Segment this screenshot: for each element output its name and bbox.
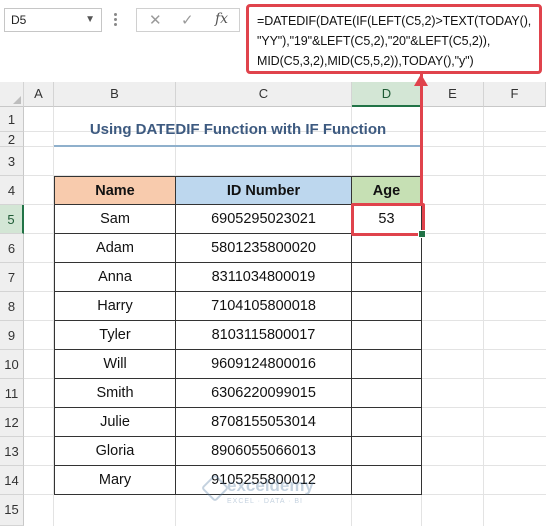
active-cell-highlight	[351, 203, 425, 236]
header-age[interactable]: Age	[352, 176, 422, 205]
arrow-up-icon	[414, 74, 428, 86]
cell-name[interactable]: Sam	[54, 205, 176, 234]
cell-age[interactable]	[352, 292, 422, 321]
watermark-tagline: EXCEL · DATA · BI	[227, 498, 303, 505]
cell-name[interactable]: Smith	[54, 379, 176, 408]
formula-buttons: ✕ ✓ fx	[136, 8, 240, 32]
row-header-2[interactable]: 2	[0, 132, 24, 147]
column-header-d[interactable]: D	[352, 82, 422, 107]
watermark-name: exceldemy	[227, 476, 314, 495]
row-header-13[interactable]: 13	[0, 437, 24, 466]
formula-bar: D5 ▼ ✕ ✓ fx =DATEDIF(DATE(IF(LEFT(C5,2)>…	[0, 0, 546, 80]
cell-age[interactable]	[352, 263, 422, 292]
cell-age[interactable]	[352, 321, 422, 350]
cell-id-number[interactable]: 8708155053014	[176, 408, 352, 437]
cell-age[interactable]	[352, 379, 422, 408]
formula-input[interactable]: =DATEDIF(DATE(IF(LEFT(C5,2)>TEXT(TODAY()…	[246, 4, 542, 74]
drag-handle-icon[interactable]	[114, 12, 118, 28]
annotation-arrow	[420, 74, 423, 205]
row-header-12[interactable]: 12	[0, 408, 24, 437]
sheet-title: Using DATEDIF Function with IF Function	[89, 121, 387, 138]
row-header-7[interactable]: 7	[0, 263, 24, 292]
row-header-11[interactable]: 11	[0, 379, 24, 408]
watermark: exceldemy EXCEL · DATA · BI	[200, 473, 355, 514]
cell-name[interactable]: Mary	[54, 466, 176, 495]
cell-age[interactable]	[352, 466, 422, 495]
exceldemy-logo-icon	[200, 473, 230, 503]
cell-age[interactable]	[352, 437, 422, 466]
cell-name[interactable]: Adam	[54, 234, 176, 263]
column-header-f[interactable]: F	[484, 82, 546, 107]
cell-id-number[interactable]: 6306220099015	[176, 379, 352, 408]
cell-name[interactable]: Tyler	[54, 321, 176, 350]
name-box[interactable]: D5 ▼	[4, 8, 102, 32]
column-header-b[interactable]: B	[54, 82, 176, 107]
row-header-1[interactable]: 1	[0, 107, 24, 132]
cell-id-number[interactable]: 5801235800020	[176, 234, 352, 263]
row-header-14[interactable]: 14	[0, 466, 24, 495]
column-header-c[interactable]: C	[176, 82, 352, 107]
gridline	[483, 107, 484, 526]
cell-id-number[interactable]: 7104105800018	[176, 292, 352, 321]
cell-name[interactable]: Julie	[54, 408, 176, 437]
formula-line-1: =DATEDIF(DATE(IF(LEFT(C5,2)>TEXT(TODAY()…	[257, 14, 532, 28]
header-id-number[interactable]: ID Number	[176, 176, 352, 205]
close-icon[interactable]: ✕	[149, 11, 162, 29]
formula-line-3: MID(C5,3,2),MID(C5,5,2)),TODAY(),"y")	[257, 54, 474, 68]
row-header-8[interactable]: 8	[0, 292, 24, 321]
function-icon[interactable]: fx	[215, 11, 228, 27]
check-icon[interactable]: ✓	[181, 11, 194, 29]
cell-name[interactable]: Gloria	[54, 437, 176, 466]
cell-id-number[interactable]: 8906055066013	[176, 437, 352, 466]
row-header-5[interactable]: 5	[0, 205, 24, 234]
cell-id-number[interactable]: 8103115800017	[176, 321, 352, 350]
row-header-6[interactable]: 6	[0, 234, 24, 263]
cell-id-number[interactable]: 8311034800019	[176, 263, 352, 292]
cell-name[interactable]: Harry	[54, 292, 176, 321]
row-header-4[interactable]: 4	[0, 176, 24, 205]
column-header-a[interactable]: A	[24, 82, 54, 107]
cell-age[interactable]	[352, 234, 422, 263]
cell-id-number[interactable]: 9609124800016	[176, 350, 352, 379]
row-header-3[interactable]: 3	[0, 147, 24, 176]
title-underline	[54, 145, 422, 147]
row-header-9[interactable]: 9	[0, 321, 24, 350]
cell-age[interactable]	[352, 350, 422, 379]
row-header-15[interactable]: 15	[0, 495, 24, 526]
cell-id-number[interactable]: 6905295023021	[176, 205, 352, 234]
cell-age[interactable]	[352, 408, 422, 437]
cell-name[interactable]: Anna	[54, 263, 176, 292]
fill-handle[interactable]	[418, 230, 426, 238]
row-header-10[interactable]: 10	[0, 350, 24, 379]
chevron-down-icon[interactable]: ▼	[85, 9, 95, 31]
name-box-value: D5	[11, 13, 27, 27]
formula-line-2: "YY"),"19"&LEFT(C5,2),"20"&LEFT(C5,2)),	[257, 34, 491, 48]
column-header-e[interactable]: E	[422, 82, 484, 107]
cell-name[interactable]: Will	[54, 350, 176, 379]
select-all-corner[interactable]	[0, 82, 24, 107]
header-name[interactable]: Name	[54, 176, 176, 205]
